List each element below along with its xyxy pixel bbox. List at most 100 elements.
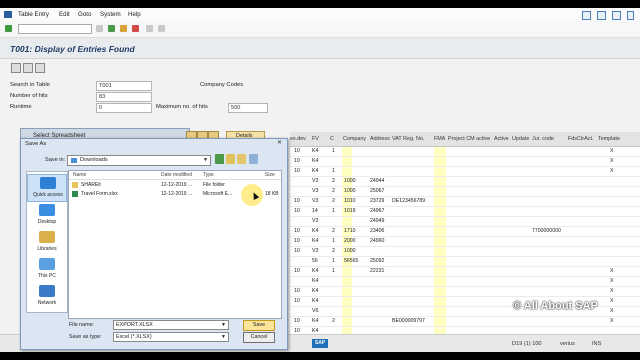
table-cell: 23729: [370, 198, 385, 204]
col-header[interactable]: Company: [343, 136, 366, 142]
table-cell: 2: [332, 228, 335, 234]
table-row[interactable]: 10 K4: [290, 327, 640, 334]
table-cell: 10: [294, 228, 300, 234]
sap-app-icon[interactable]: [4, 11, 12, 18]
search-table-field[interactable]: T001: [96, 81, 152, 91]
table-row[interactable]: V3 24949: [290, 217, 640, 227]
col-header[interactable]: FMA: [434, 136, 445, 142]
cancel-button[interactable]: Cancel: [243, 332, 275, 343]
file-type: Microsoft E...: [203, 191, 233, 197]
change-icon[interactable]: [23, 63, 33, 73]
col-header[interactable]: Project CM active: [448, 136, 490, 142]
table-cell: 25067: [370, 188, 385, 194]
close-window-icon[interactable]: [627, 11, 634, 20]
place-libraries[interactable]: Libraries: [27, 229, 67, 255]
max-hits-field[interactable]: 500: [228, 103, 268, 113]
table-row[interactable]: 10 K4 1 X: [290, 147, 640, 157]
hits-label: Number of hits: [10, 93, 48, 99]
system-info[interactable]: D19 (1) 100: [512, 341, 542, 347]
back-nav-icon[interactable]: [215, 154, 224, 164]
table-row[interactable]: 10 K4 1 2000 24960: [290, 237, 640, 247]
table-cell: 10: [294, 148, 300, 154]
col-header[interactable]: Active: [494, 136, 509, 142]
col-date[interactable]: Date modified: [161, 172, 192, 178]
table-cell: 23406: [370, 228, 385, 234]
save-in-select[interactable]: Downloads ▼: [67, 155, 211, 166]
runtime-label: Runtime: [10, 104, 32, 110]
place-label: Desktop: [37, 219, 57, 225]
back-icon[interactable]: [108, 25, 115, 32]
new-folder-icon[interactable]: [237, 154, 246, 164]
col-header[interactable]: Template: [598, 136, 620, 142]
col-header[interactable]: Address: [370, 136, 390, 142]
table-cell: 10: [294, 238, 300, 244]
col-name[interactable]: Name: [73, 172, 86, 178]
command-field[interactable]: [18, 24, 92, 34]
page-title: T001: Display of Entries Found: [10, 44, 135, 54]
col-header[interactable]: FV: [312, 136, 319, 142]
table-row[interactable]: 10 K4 1 X: [290, 167, 640, 177]
file-name-input[interactable]: EXPORT.XLSX ▼: [113, 320, 229, 330]
menu-system[interactable]: System: [100, 11, 121, 18]
print-icon[interactable]: [146, 25, 153, 32]
table-row[interactable]: 56 1 56565 25092: [290, 257, 640, 267]
maximize-icon[interactable]: [612, 11, 621, 20]
customize-icon[interactable]: [582, 11, 591, 20]
table-row[interactable]: 10 K4 X: [290, 157, 640, 167]
table-row[interactable]: K4 X: [290, 277, 640, 287]
menu-help[interactable]: Help: [128, 11, 141, 18]
check-table-icon[interactable]: [35, 63, 45, 73]
menu-goto[interactable]: Goto: [78, 11, 91, 18]
table-cell: V3: [312, 198, 319, 204]
view-menu-icon[interactable]: [249, 154, 258, 164]
up-folder-icon[interactable]: [226, 154, 235, 164]
table-cell: K4: [312, 158, 319, 164]
enter-icon[interactable]: [5, 25, 12, 32]
col-size[interactable]: Size: [265, 172, 275, 178]
table-cell: K4: [312, 148, 319, 154]
folder-icon: [72, 182, 78, 188]
save-icon[interactable]: [96, 25, 103, 32]
col-type[interactable]: Type: [203, 172, 214, 178]
file-size: 18 KB: [265, 191, 279, 197]
col-header[interactable]: FdsCtrAct.: [568, 136, 593, 142]
file-date: 12-12-2019 ...: [161, 182, 193, 188]
table-cell: V3: [312, 248, 319, 254]
col-header[interactable]: Jur. code: [532, 136, 554, 142]
table-row[interactable]: 10 K4 2 BE000009797 X: [290, 317, 640, 327]
minimize-icon[interactable]: [597, 11, 606, 20]
table-row[interactable]: 10 K4 X: [290, 287, 640, 297]
cancel-icon[interactable]: [132, 25, 139, 32]
close-icon[interactable]: ✕: [275, 140, 284, 147]
col-header[interactable]: C: [330, 136, 334, 142]
file-name-value: EXPORT.XLSX: [116, 322, 153, 328]
insert-mode: INS: [592, 341, 602, 347]
place-desktop[interactable]: Desktop: [27, 202, 67, 228]
place-this-pc[interactable]: This PC: [27, 256, 67, 282]
table-cell: X: [610, 268, 614, 274]
table-row[interactable]: 10 14 1 1019 24967: [290, 207, 640, 217]
table-row[interactable]: 10 K4 1 22231 X: [290, 267, 640, 277]
col-header[interactable]: ex.dev: [290, 136, 306, 142]
col-header[interactable]: VAT Reg. No.: [392, 136, 424, 142]
edit-icon[interactable]: [11, 63, 21, 73]
col-header[interactable]: Update: [512, 136, 529, 142]
table-cell: 1: [332, 168, 335, 174]
excel-file-icon: [72, 191, 78, 197]
menu-edit[interactable]: Edit: [59, 11, 70, 18]
table-row[interactable]: 10 V3 2 1000: [290, 247, 640, 257]
place-quick-access[interactable]: Quick access: [27, 174, 67, 202]
sap-window: Table Entry Edit Goto System Help T001: …: [0, 8, 640, 352]
save-button[interactable]: Save: [243, 320, 275, 331]
table-row[interactable]: 10 K4 2 1710 23406 7700000000: [290, 227, 640, 237]
menu-table-entry[interactable]: Table Entry: [18, 11, 49, 18]
table-cell: 14: [312, 208, 318, 214]
exit-icon[interactable]: [120, 25, 127, 32]
file-type-select[interactable]: Excel (*.XLSX) ▼: [113, 332, 229, 342]
find-icon[interactable]: [158, 25, 165, 32]
table-row[interactable]: 10 V3 2 1010 23729 DE123456789: [290, 197, 640, 207]
table-row[interactable]: V3 2 1000 25067: [290, 187, 640, 197]
place-network[interactable]: Network: [27, 283, 67, 309]
place-label: This PC: [38, 273, 56, 279]
table-row[interactable]: V3 2 1000 24944: [290, 177, 640, 187]
